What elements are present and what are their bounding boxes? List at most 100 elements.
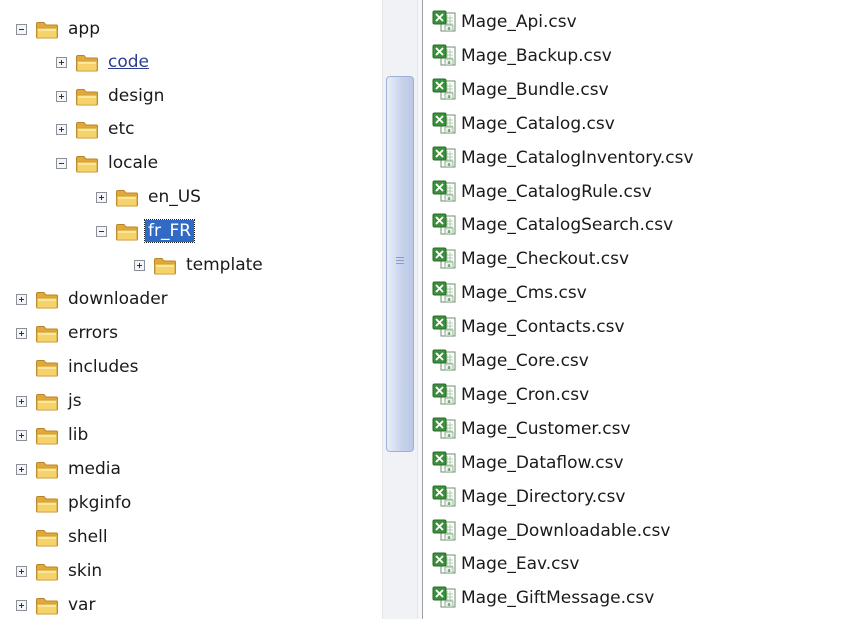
svg-text:a: a <box>447 128 450 134</box>
folder-icon <box>35 460 59 479</box>
tree-item-includes[interactable]: includes <box>16 350 141 384</box>
tree-item-label: shell <box>68 527 108 547</box>
folder-icon <box>35 596 59 615</box>
file-item[interactable]: a Mage_Backup.csv <box>432 39 615 73</box>
file-name: Mage_Bundle.csv <box>461 79 609 100</box>
folder-icon <box>75 120 99 139</box>
file-item[interactable]: a Mage_Cms.csv <box>432 276 590 310</box>
tree-item-downloader[interactable]: downloader <box>16 282 171 316</box>
file-name: Mage_Dataflow.csv <box>461 452 624 473</box>
file-name: Mage_Catalog.csv <box>461 113 615 134</box>
expand-plus-icon[interactable] <box>16 565 27 577</box>
tree-item-js[interactable]: js <box>16 384 85 418</box>
excel-csv-icon: a <box>432 146 457 170</box>
tree-item-lib[interactable]: lib <box>16 418 91 452</box>
tree-item-shell[interactable]: shell <box>16 520 111 554</box>
expand-plus-icon[interactable] <box>16 293 27 305</box>
tree-item-pkginfo[interactable]: pkginfo <box>16 486 134 520</box>
collapse-minus-icon[interactable] <box>56 157 67 169</box>
scrollbar-grip-line <box>396 263 404 264</box>
expand-plus-icon[interactable] <box>16 599 27 611</box>
file-item[interactable]: a Mage_Core.csv <box>432 344 592 378</box>
tree-item-skin[interactable]: skin <box>16 554 105 588</box>
tree-item-label: app <box>68 19 100 39</box>
expand-plus-icon[interactable] <box>16 463 27 475</box>
file-item[interactable]: a Mage_Bundle.csv <box>432 73 612 107</box>
tree-item-label: errors <box>68 323 119 343</box>
svg-text:a: a <box>447 535 450 541</box>
collapse-minus-icon[interactable] <box>96 225 107 237</box>
folder-icon <box>35 426 59 445</box>
folder-icon <box>75 154 99 173</box>
svg-text:a: a <box>447 94 450 100</box>
file-item[interactable]: a Mage_Dataflow.csv <box>432 446 627 480</box>
svg-text:a: a <box>447 568 450 574</box>
scrollbar-thumb[interactable] <box>386 76 414 452</box>
svg-text:a: a <box>447 331 450 337</box>
excel-csv-icon: a <box>432 485 457 509</box>
tree-item-locale[interactable]: locale <box>56 146 161 180</box>
excel-csv-icon: a <box>432 213 457 237</box>
tree-item-label: fr_FR <box>143 219 196 243</box>
tree-item-label: etc <box>108 119 135 139</box>
expand-plus-icon[interactable] <box>16 429 27 441</box>
file-item[interactable]: a Mage_CatalogSearch.csv <box>432 208 676 242</box>
svg-text:a: a <box>447 297 450 303</box>
expand-plus-icon[interactable] <box>16 327 27 339</box>
file-name: Mage_Directory.csv <box>461 486 626 507</box>
excel-csv-icon: a <box>432 315 457 339</box>
svg-text:a: a <box>447 433 450 439</box>
file-item[interactable]: a Mage_Contacts.csv <box>432 310 628 344</box>
vertical-scrollbar[interactable] <box>382 0 418 619</box>
excel-csv-icon: a <box>432 180 457 204</box>
svg-text:a: a <box>447 162 450 168</box>
file-item[interactable]: a Mage_Eav.csv <box>432 547 582 581</box>
folder-icon <box>35 528 59 547</box>
file-item[interactable]: a Mage_GiftMessage.csv <box>432 581 657 615</box>
tree-item-etc[interactable]: etc <box>56 112 137 146</box>
file-name: Mage_Backup.csv <box>461 45 612 66</box>
svg-text:a: a <box>447 365 450 371</box>
folder-icon <box>35 290 59 309</box>
file-item[interactable]: a Mage_Downloadable.csv <box>432 514 673 548</box>
tree-item-fr-fr[interactable]: fr_FR <box>96 214 196 248</box>
tree-item-errors[interactable]: errors <box>16 316 121 350</box>
tree-item-label: en_US <box>148 187 201 207</box>
tree-item-template[interactable]: template <box>134 248 266 282</box>
expand-plus-icon[interactable] <box>16 395 27 407</box>
excel-csv-icon: a <box>432 417 457 441</box>
excel-csv-icon: a <box>432 281 457 305</box>
scrollbar-grip-line <box>396 260 404 261</box>
expand-plus-icon[interactable] <box>96 191 107 203</box>
tree-item-en-us[interactable]: en_US <box>96 180 204 214</box>
file-item[interactable]: a Mage_Catalog.csv <box>432 107 618 141</box>
file-item[interactable]: a Mage_Customer.csv <box>432 412 634 446</box>
file-name: Mage_Customer.csv <box>461 418 631 439</box>
file-item[interactable]: a Mage_Checkout.csv <box>432 242 632 276</box>
file-item[interactable]: a Mage_Api.csv <box>432 5 580 39</box>
tree-item-code[interactable]: code <box>56 45 152 79</box>
expand-plus-icon[interactable] <box>56 56 67 68</box>
expand-plus-icon[interactable] <box>56 123 67 135</box>
file-name: Mage_Eav.csv <box>461 554 580 575</box>
excel-csv-icon: a <box>432 349 457 373</box>
tree-item-app[interactable]: app <box>16 12 103 46</box>
svg-text:a: a <box>447 196 450 202</box>
excel-csv-icon: a <box>432 78 457 102</box>
tree-item-design[interactable]: design <box>56 79 167 113</box>
file-name: Mage_Core.csv <box>461 351 589 371</box>
file-item[interactable]: a Mage_CatalogRule.csv <box>432 175 655 209</box>
file-name: Mage_GiftMessage.csv <box>461 588 655 609</box>
expand-plus-icon[interactable] <box>134 259 145 271</box>
file-item[interactable]: a Mage_CatalogInventory.csv <box>432 141 697 175</box>
expand-plus-icon[interactable] <box>56 90 67 102</box>
file-item[interactable]: a Mage_Directory.csv <box>432 480 628 514</box>
tree-item-label: skin <box>68 561 103 581</box>
tree-item-var[interactable]: var <box>16 588 98 622</box>
tree-item-media[interactable]: media <box>16 452 124 486</box>
tree-item-label: includes <box>68 357 139 377</box>
file-item[interactable]: a Mage_Cron.csv <box>432 378 592 412</box>
excel-csv-icon: a <box>432 247 457 271</box>
collapse-minus-icon[interactable] <box>16 23 27 35</box>
svg-text:a: a <box>447 229 450 235</box>
